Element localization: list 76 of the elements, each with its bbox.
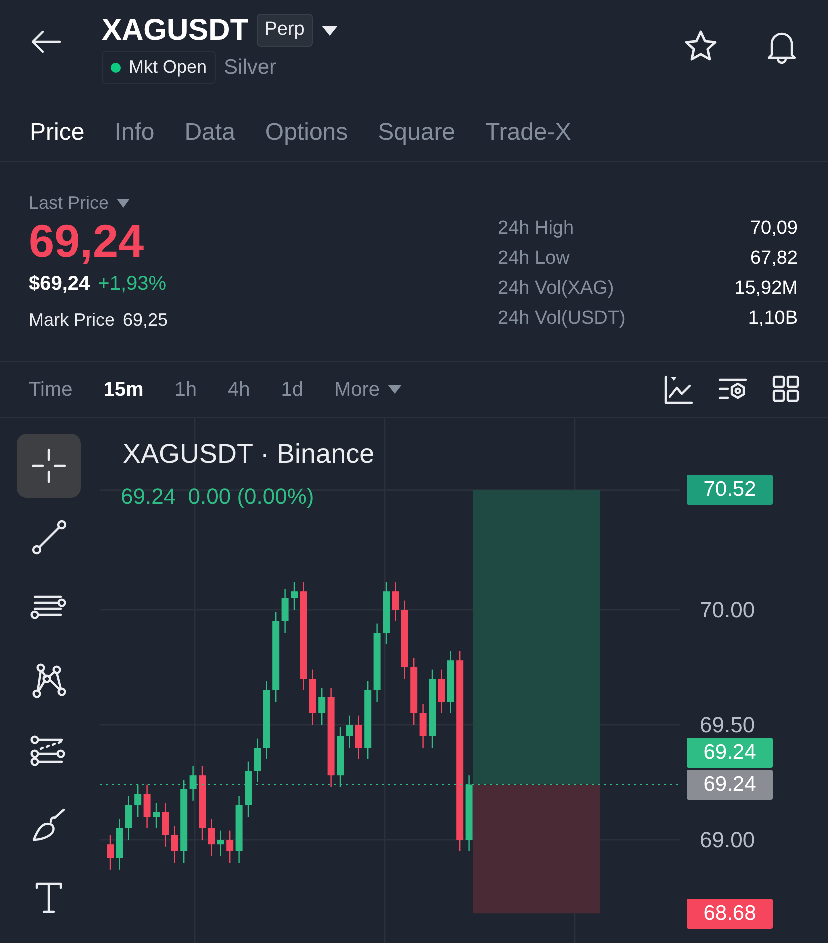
mark-price-label: Mark Price: [29, 309, 116, 332]
usd-price: $69,24: [29, 272, 90, 298]
candle: [337, 727, 344, 788]
candle: [318, 688, 326, 725]
candle: [420, 704, 427, 748]
last-price: 69,24: [29, 217, 146, 266]
mark-price: 69,25: [123, 309, 168, 332]
candle: [447, 651, 454, 714]
contract-badge: Perp: [256, 14, 313, 47]
tab[interactable]: Price: [30, 105, 85, 161]
price-axis-label: 69.00: [700, 826, 756, 854]
candle: [208, 819, 216, 856]
candle: [410, 658, 418, 725]
tab[interactable]: Square: [378, 105, 456, 161]
stat-label: 24h High: [498, 217, 574, 241]
interval-tab[interactable]: 15m: [104, 374, 144, 404]
dropdown-caret-icon: [388, 385, 402, 394]
candle: [254, 738, 262, 782]
candle: [383, 582, 390, 644]
candle: [236, 796, 243, 863]
interval-tab[interactable]: More: [334, 374, 402, 404]
tab[interactable]: Data: [184, 105, 236, 161]
price-tag: 69.24: [687, 738, 773, 768]
interval-tab[interactable]: 4h: [228, 374, 250, 404]
price-change: +1,93%: [98, 272, 167, 298]
stat-value: 70,09: [750, 217, 798, 241]
candle: [171, 826, 178, 863]
indicator-chart-icon[interactable]: [664, 374, 694, 404]
candle: [245, 762, 252, 817]
tab[interactable]: Info: [114, 105, 155, 161]
candle: [107, 835, 114, 870]
candle: [438, 670, 446, 714]
candle: [153, 803, 160, 828]
stat-value: 1,10B: [748, 307, 798, 331]
back-arrow-icon: [30, 30, 62, 54]
stat-value: 67,82: [750, 247, 798, 271]
bell-icon[interactable]: [766, 30, 798, 64]
interval-tab[interactable]: 1h: [174, 374, 197, 404]
market-status-label: Mkt Open: [129, 56, 208, 79]
interval-tab[interactable]: Time: [29, 374, 73, 404]
drawing-tool-button[interactable]: [17, 434, 81, 498]
candle: [190, 766, 197, 801]
candle: [116, 819, 124, 870]
stat-value: 15,92M: [734, 277, 798, 301]
candle: [144, 784, 151, 828]
ohlc-readout: 69.24 0.00 (0.00%): [121, 483, 314, 511]
candle: [309, 670, 316, 725]
candle: [346, 716, 354, 748]
last-price-label[interactable]: Last Price: [29, 190, 110, 217]
price-tag: 69.24: [687, 770, 773, 800]
price-tag: 70.52: [687, 475, 773, 506]
stat-label: 24h Vol(USDT): [498, 307, 626, 331]
symbol-title: XAGUSDT: [102, 14, 249, 47]
crosshair-icon: [29, 446, 69, 486]
candle: [217, 830, 224, 856]
candle: [355, 716, 362, 760]
tab[interactable]: Options: [265, 105, 348, 161]
price-tag: 68.68: [687, 898, 773, 929]
tab[interactable]: Trade-X: [486, 105, 572, 161]
stat-label: 24h Low: [498, 247, 570, 271]
candle: [162, 803, 170, 847]
candle: [125, 796, 132, 840]
candle: [226, 830, 234, 863]
candle: [392, 582, 400, 622]
interval-tab[interactable]: 1d: [281, 374, 304, 404]
candle: [282, 589, 289, 633]
back-button[interactable]: [30, 30, 62, 54]
candle: [291, 582, 298, 610]
asset-name: Silver: [224, 54, 277, 81]
stat-label: 24h Vol(XAG): [498, 277, 614, 301]
price-axis-label: 69.50: [700, 712, 756, 740]
grid-layout-icon[interactable]: [772, 374, 800, 402]
candle: [134, 784, 142, 817]
chart-title: XAGUSDT · Binance: [123, 438, 375, 471]
price-axis-label: 70.00: [700, 596, 756, 624]
dropdown-caret-icon[interactable]: [320, 24, 339, 36]
